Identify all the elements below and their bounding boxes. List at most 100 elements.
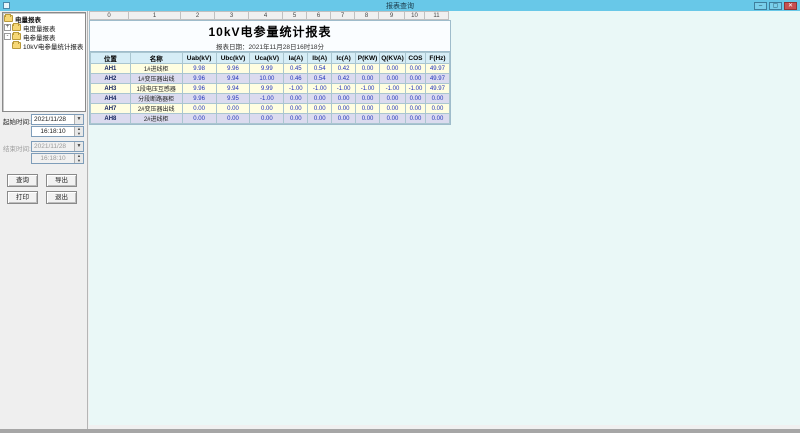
start-time-value: 16:18:10 xyxy=(40,128,66,135)
cell-value: 0.00 xyxy=(355,113,381,124)
cell-value: 0.00 xyxy=(379,113,406,124)
cell-value: 0.00 xyxy=(307,113,333,124)
end-date-value: 2021/11/28 xyxy=(34,143,67,150)
cell-value: 0.54 xyxy=(307,63,333,74)
cell-location: AH2 xyxy=(90,73,131,84)
cell-value: 9.99 xyxy=(249,83,285,94)
cell-location: AH1 xyxy=(90,63,131,74)
cell-name: 2#变压器出线 xyxy=(129,103,183,114)
cell-value: 0.00 xyxy=(379,63,406,74)
minimize-button[interactable]: – xyxy=(754,2,767,10)
cell-value: 0.00 xyxy=(307,103,333,114)
start-date-value: 2021/11/28 xyxy=(34,116,67,123)
start-time-label: 起始时间: xyxy=(3,119,31,126)
ruler-col-4: 4 xyxy=(249,11,283,20)
cell-location: AH7 xyxy=(90,103,131,114)
column-header-3: Ubc(kV) xyxy=(215,52,251,64)
table-row: AH7 2#变压器出线 0.00 0.00 0.00 0.00 0.00 0.00 0.00 0.… xyxy=(90,103,451,114)
tree-item-10kV电参量统计报表[interactable]: 10kV电参量统计报表 xyxy=(4,41,85,51)
table-row: AH4 分段断路器柜 9.96 9.95 -1.00 0.00 0.00 0.00 0.00 0.… xyxy=(90,93,451,104)
cell-value: 0.00 xyxy=(215,113,251,124)
cell-value: -1.00 xyxy=(249,93,285,104)
folder-icon xyxy=(4,14,13,22)
cell-value: 0.00 xyxy=(405,73,426,84)
cell-value: 0.00 xyxy=(355,73,381,84)
cell-value: 0.00 xyxy=(331,113,357,124)
grid-column-ruler: 0 1 2 3 4 5 6 7 8 9 10 11 xyxy=(89,11,449,20)
column-header-11: F(Hz) xyxy=(424,52,451,64)
cell-value: 0.00 xyxy=(331,93,357,104)
folder-icon xyxy=(12,41,21,49)
cell-value: 0.00 xyxy=(405,103,426,114)
cell-value: 0.00 xyxy=(405,93,426,104)
cell-value: 49.97 xyxy=(424,83,451,94)
cell-location: AH4 xyxy=(90,93,131,104)
cell-value: 0.00 xyxy=(283,103,309,114)
spinner-arrows: ▲ ▼ xyxy=(74,154,83,163)
cell-value: 9.96 xyxy=(181,93,217,104)
cell-value: 0.00 xyxy=(405,63,426,74)
ruler-col-6: 6 xyxy=(307,11,331,20)
spin-down-icon[interactable]: ▼ xyxy=(75,131,83,137)
cell-value: 0.00 xyxy=(424,103,451,114)
dropdown-arrow-icon: ▼ xyxy=(74,142,83,151)
print-button[interactable]: 打印 xyxy=(7,191,38,204)
cell-value: 9.95 xyxy=(215,93,251,104)
exit-button[interactable]: 退出 xyxy=(46,191,77,204)
ruler-col-0: 0 xyxy=(89,11,129,20)
cell-value: -1.00 xyxy=(331,83,357,94)
cell-value: 0.00 xyxy=(424,93,451,104)
cell-value: 0.54 xyxy=(307,73,333,84)
cell-value: 0.00 xyxy=(424,113,451,124)
cell-value: 0.00 xyxy=(215,103,251,114)
ruler-col-9: 9 xyxy=(379,11,405,20)
column-header-6: Ib(A) xyxy=(307,52,333,64)
ruler-col-7: 7 xyxy=(331,11,355,20)
cell-value: 0.46 xyxy=(283,73,309,84)
start-time-spinner[interactable]: 16:18:10 ▲ ▼ xyxy=(31,126,84,137)
table-header-row: 位置 名称 Uab(kV) Ubc(kV) Uca(kV) Ia(A) Ib(A) Ic(A)… xyxy=(90,52,451,64)
folder-icon xyxy=(12,23,21,31)
table-row: AH3 1段电压互感器 9.96 9.94 9.99 -1.00 -1.00 -1.00 -1.… xyxy=(90,83,451,94)
report-sheet: 10kV电参量统计报表 报表日期：2021年11月28日16时18分 位置 名称 U… xyxy=(89,20,451,125)
ruler-col-5: 5 xyxy=(283,11,307,20)
tree-expander-icon[interactable]: - xyxy=(4,33,11,40)
cell-value: 49.97 xyxy=(424,73,451,84)
cell-name: 分段断路器柜 xyxy=(129,93,183,104)
start-date-combo[interactable]: 2021/11/28 ▼ xyxy=(31,114,84,125)
cell-value: 0.00 xyxy=(181,103,217,114)
cell-value: 10.00 xyxy=(249,73,285,84)
cell-value: -1.00 xyxy=(307,83,333,94)
cell-value: 9.96 xyxy=(181,73,217,84)
report-date-line: 报表日期：2021年11月28日16时18分 xyxy=(90,41,450,52)
tree-expander-icon[interactable]: + xyxy=(4,24,11,31)
report-tree: 电量报表 + 电度量报表 - 电参量报表 10kV电参量统计报表 xyxy=(2,12,86,112)
window-title: 报表查询 xyxy=(386,3,414,10)
cell-value: -1.00 xyxy=(355,83,381,94)
column-header-5: Ia(A) xyxy=(283,52,309,64)
cell-name: 2#进线柜 xyxy=(129,113,183,124)
cell-value: 0.00 xyxy=(307,93,333,104)
column-header-0: 位置 xyxy=(90,52,131,64)
cell-name: 1#变压器出线 xyxy=(129,73,183,84)
cell-name: 1#进线柜 xyxy=(129,63,183,74)
spinner-arrows[interactable]: ▲ ▼ xyxy=(74,127,83,136)
end-date-combo: 2021/11/28 ▼ xyxy=(31,141,84,152)
column-header-8: P(KW) xyxy=(355,52,381,64)
cell-value: 0.00 xyxy=(355,63,381,74)
close-button[interactable]: ✕ xyxy=(784,2,797,10)
column-header-1: 名称 xyxy=(129,52,183,64)
spin-down-icon: ▼ xyxy=(77,157,81,163)
cell-value: -1.00 xyxy=(379,83,406,94)
column-header-9: Q(KVA) xyxy=(379,52,406,64)
export-button[interactable]: 导出 xyxy=(46,174,77,187)
cell-value: 0.00 xyxy=(379,73,406,84)
column-header-4: Uca(kV) xyxy=(249,52,285,64)
report-table: 位置 名称 Uab(kV) Ubc(kV) Uca(kV) Ia(A) Ib(A) Ic(A)… xyxy=(90,52,451,124)
cell-value: 0.00 xyxy=(331,103,357,114)
maximize-button[interactable]: ▢ xyxy=(769,2,782,10)
ruler-col-11: 11 xyxy=(425,11,449,20)
query-button[interactable]: 查询 xyxy=(7,174,38,187)
dropdown-arrow-icon[interactable]: ▼ xyxy=(74,115,83,124)
cell-value: 0.00 xyxy=(249,103,285,114)
